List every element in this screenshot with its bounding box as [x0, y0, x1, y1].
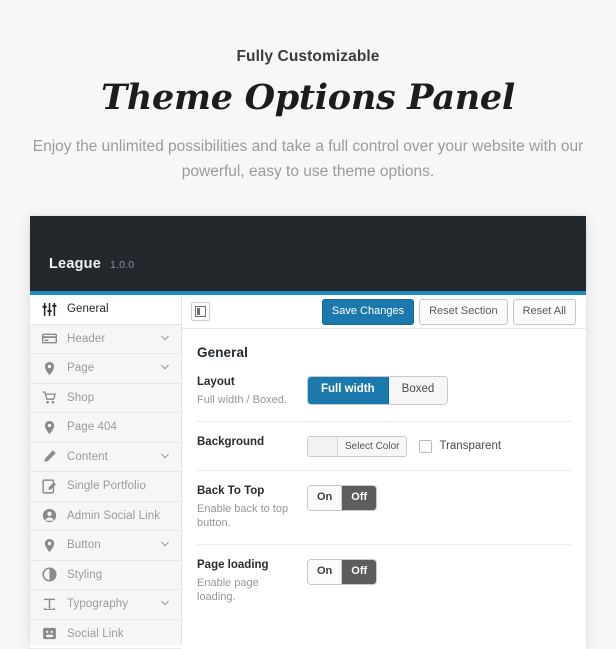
switch-option-on[interactable]: On: [308, 485, 343, 510]
sidebar-item-admin-social-link[interactable]: Admin Social Link: [30, 502, 181, 531]
panel-topbar: League 1.0.0: [30, 216, 586, 295]
reset-all-button[interactable]: Reset All: [512, 298, 576, 325]
transparent-checkbox-wrap[interactable]: Transparent: [419, 439, 502, 453]
transparent-label: Transparent: [439, 440, 502, 452]
option-title: Back To Top: [197, 484, 265, 497]
map-pin-icon: [40, 418, 59, 437]
reset-section-button[interactable]: Reset Section: [419, 298, 508, 325]
sidebar-item-single-portfolio[interactable]: Single Portfolio: [30, 472, 181, 502]
option-field: On Off: [307, 484, 571, 531]
option-label: Back To Top Enable back to top button.: [197, 484, 307, 531]
on-off-switch: On Off: [307, 558, 378, 585]
panel-body: General Header Page Shop Page 404 Content Sing…: [30, 295, 586, 649]
option-row: Layout Full width / Boxed. Full width Boxed: [197, 375, 571, 422]
chevron-down-icon[interactable]: [160, 448, 170, 466]
sidebar-item-social-link[interactable]: Social Link: [30, 620, 181, 649]
color-swatch[interactable]: [308, 436, 338, 456]
sliders-icon: [40, 300, 59, 319]
sidebar-item-label: Single Portfolio: [67, 480, 146, 493]
option-label: Layout Full width / Boxed.: [197, 375, 307, 408]
option-field: Full width Boxed: [307, 375, 571, 408]
option-title: Layout: [197, 376, 235, 388]
sidebar: General Header Page Shop Page 404 Content Sing…: [30, 295, 182, 649]
option-description: Enable page loading.: [197, 576, 259, 604]
user-circle-icon: [40, 506, 59, 525]
option-description: Enable back to top button.: [197, 502, 289, 530]
contrast-icon: [40, 565, 59, 584]
sidebar-item-label: Page 404: [67, 421, 118, 434]
toolbar-actions: Save Changes Reset Section Reset All: [321, 298, 576, 325]
map-pin-icon: [40, 536, 59, 555]
switch-option-off[interactable]: Off: [342, 485, 377, 510]
brand: League 1.0.0: [49, 256, 134, 272]
sidebar-item-header[interactable]: Header: [30, 325, 181, 354]
sidebar-item-general[interactable]: General: [30, 295, 181, 325]
transparent-checkbox[interactable]: [419, 439, 433, 453]
sidebar-item-label: Content: [67, 450, 108, 463]
option-row: Background Select Color Transparent: [197, 435, 571, 471]
theme-options-panel: League 1.0.0 General Header Page Shop Page 4…: [30, 216, 586, 649]
option-title: Background: [197, 435, 265, 448]
color-picker[interactable]: Select Color: [307, 435, 408, 457]
sidebar-item-label: Styling: [67, 568, 103, 581]
sidebar-item-label: Typography: [67, 598, 129, 611]
promo-subtitle: Enjoy the unlimited possibilities and ta…: [32, 138, 584, 180]
switch-option-off[interactable]: Off: [342, 559, 377, 584]
chevron-down-icon[interactable]: [160, 536, 170, 554]
layout-button-group: Full width Boxed: [307, 376, 449, 405]
text-t-icon: [40, 595, 59, 614]
promo-header: Fully Customizable Theme Options Panel E…: [0, 0, 616, 184]
layout-option-boxed[interactable]: Boxed: [388, 377, 448, 404]
sidebar-item-page-404[interactable]: Page 404: [30, 413, 181, 443]
promo-kicker: Fully Customizable: [236, 48, 380, 65]
map-pin-icon: [40, 359, 59, 378]
option-label: Background: [197, 435, 307, 457]
option-title: Page loading: [197, 558, 269, 571]
sidebar-item-content[interactable]: Content: [30, 443, 181, 472]
on-off-switch: On Off: [307, 484, 378, 511]
sidebar-item-label: Shop: [67, 391, 95, 404]
option-row: Page loading Enable page loading. On Off: [197, 558, 571, 618]
toolbar: Save Changes Reset Section Reset All: [182, 295, 586, 329]
pencil-icon: [40, 447, 59, 466]
option-description: Full width / Boxed.: [197, 394, 287, 406]
sidebar-item-label: Button: [67, 539, 101, 552]
panel-layout-icon[interactable]: [191, 302, 210, 321]
page-title: Theme Options Panel: [101, 77, 515, 118]
sidebar-item-typography[interactable]: Typography: [30, 590, 181, 620]
section-title: General: [197, 345, 248, 360]
sidebar-item-label: General: [67, 303, 109, 316]
brand-version: 1.0.0: [109, 259, 135, 271]
sidebar-item-styling[interactable]: Styling: [30, 561, 181, 590]
options-rows: Layout Full width / Boxed. Full width Boxed…: [182, 375, 586, 618]
layout-option-full-width[interactable]: Full width: [308, 377, 389, 404]
sidebar-item-label: Social Link: [67, 627, 124, 640]
select-color-button[interactable]: Select Color: [338, 436, 407, 456]
card-icon: [40, 329, 59, 348]
sidebar-item-label: Page: [67, 362, 95, 375]
cart-icon: [40, 388, 59, 407]
option-row: Back To Top Enable back to top button. On O…: [197, 484, 571, 545]
option-field: On Off: [307, 558, 571, 605]
sidebar-item-label: Admin Social Link: [67, 509, 161, 522]
brand-name: League: [49, 256, 101, 272]
chevron-down-icon[interactable]: [160, 359, 170, 377]
content-area: Save Changes Reset Section Reset All Gen…: [182, 295, 586, 645]
color-picker-wrap: Select Color Transparent: [307, 435, 571, 457]
option-field: Select Color Transparent: [307, 435, 571, 457]
sidebar-item-button[interactable]: Button: [30, 531, 181, 561]
chevron-down-icon[interactable]: [160, 595, 170, 613]
sidebar-item-page[interactable]: Page: [30, 354, 181, 384]
sidebar-item-label: Header: [67, 332, 106, 345]
smiley-box-icon: [40, 624, 59, 643]
note-edit-icon: [40, 477, 59, 496]
chevron-down-icon[interactable]: [160, 330, 170, 348]
option-label: Page loading Enable page loading.: [197, 558, 307, 605]
save-changes-button[interactable]: Save Changes: [321, 298, 415, 325]
switch-option-on[interactable]: On: [308, 559, 343, 584]
sidebar-item-shop[interactable]: Shop: [30, 384, 181, 413]
